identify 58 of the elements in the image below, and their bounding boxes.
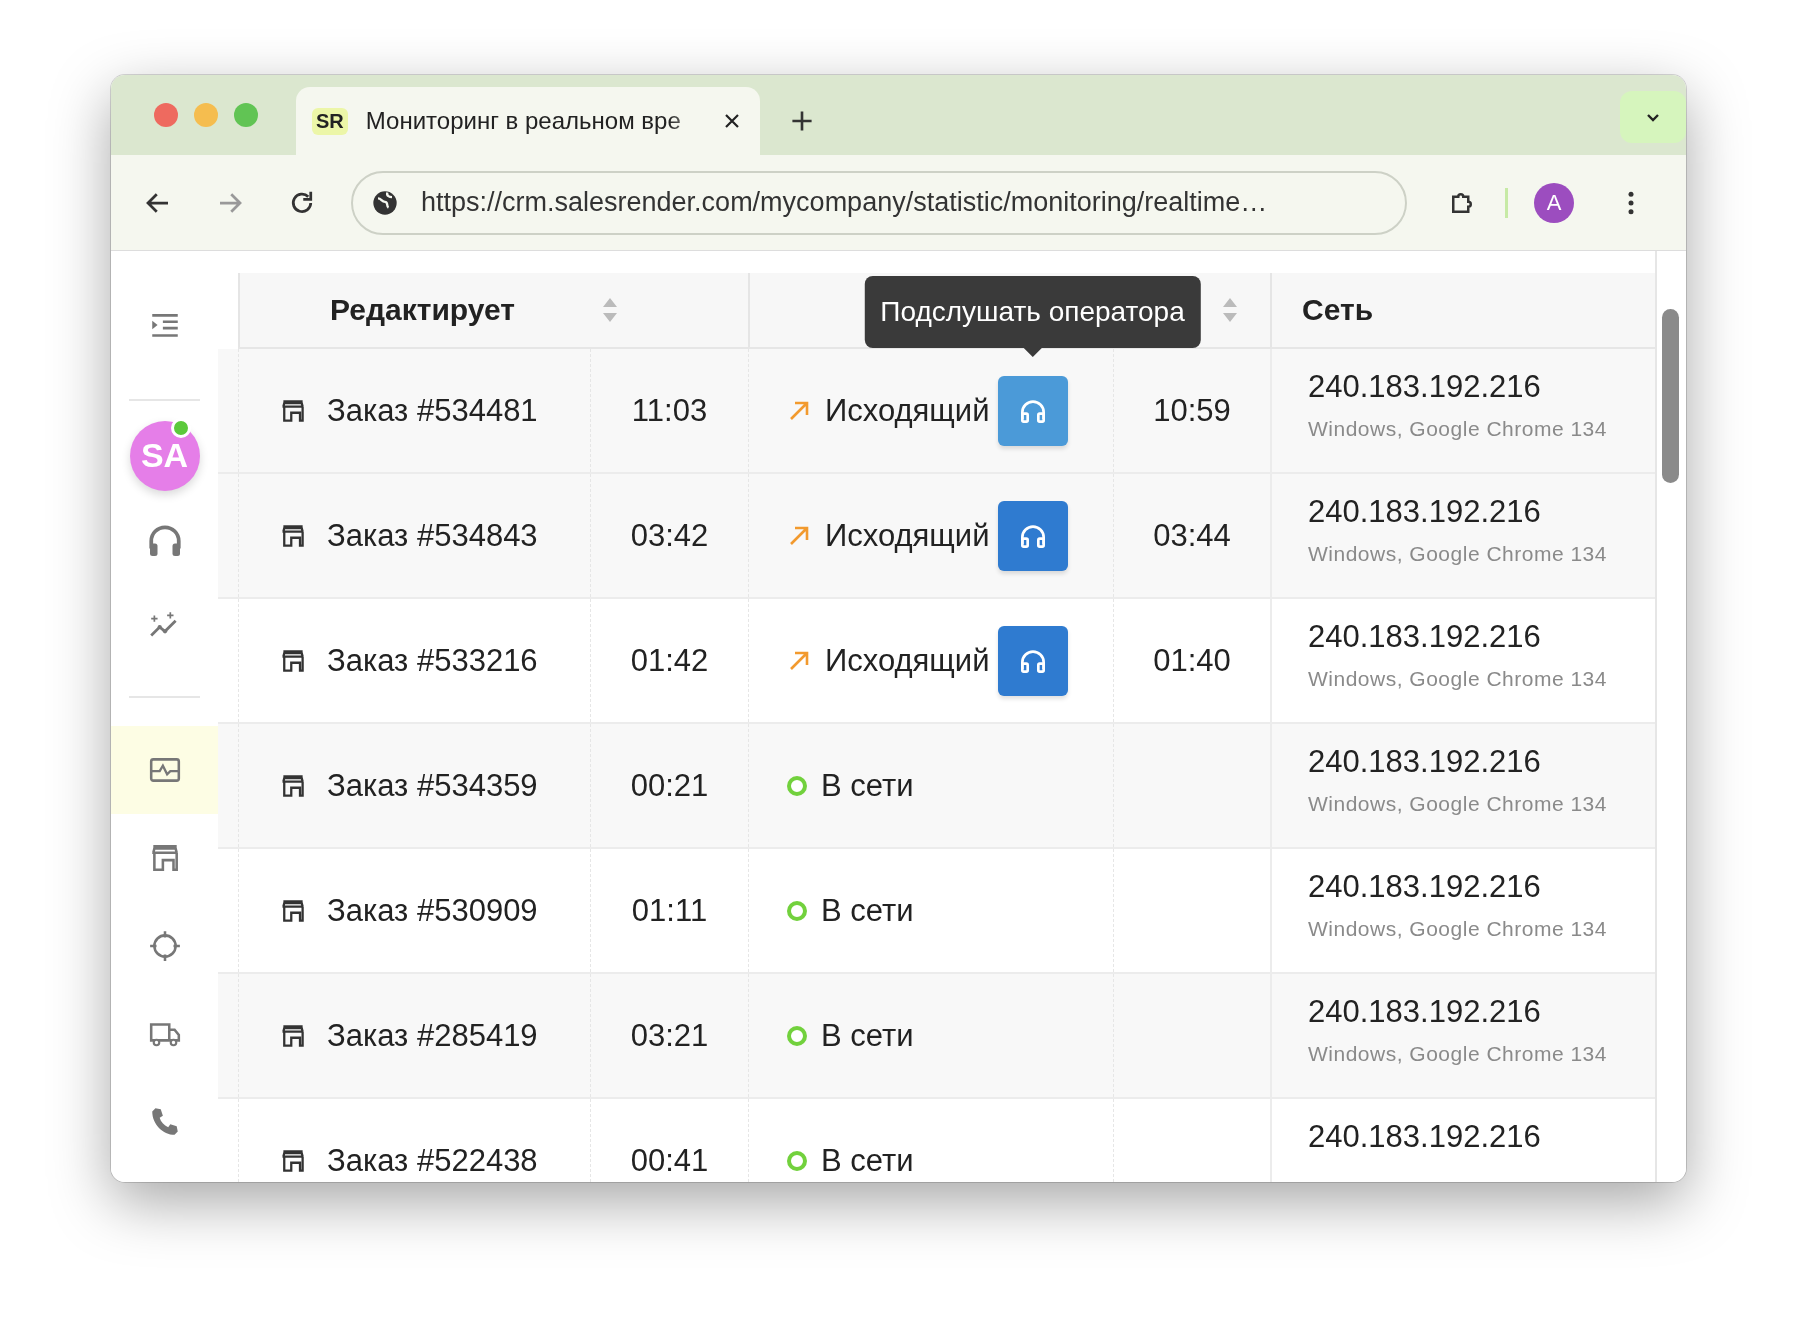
duration-text: 00:41 xyxy=(630,1142,709,1179)
close-window-button[interactable] xyxy=(154,103,178,127)
listen-button[interactable] xyxy=(997,375,1068,446)
ip-address: 240.183.192.216 xyxy=(1308,619,1541,655)
order-link[interactable]: Заказ #534843 xyxy=(327,517,538,554)
browser-tab[interactable]: SR Мониторинг в реальном вре xyxy=(296,87,760,155)
order-link[interactable]: Заказ #533216 xyxy=(327,642,538,679)
call-duration: 03:44 xyxy=(1153,517,1231,554)
online-status-dot xyxy=(787,900,807,921)
tooltip: Подслушать оператора xyxy=(864,275,1201,357)
duration-text: 11:03 xyxy=(631,392,708,429)
ip-address: 240.183.192.216 xyxy=(1308,994,1541,1030)
crosshair-icon[interactable] xyxy=(147,929,182,963)
client-info: Windows, Google Chrome 134 xyxy=(1308,1042,1607,1066)
url-text: https://crm.salesrender.com/mycompany/statistic/monitoring/realtime… xyxy=(421,187,1268,218)
online-status-dot xyxy=(787,1150,807,1171)
client-info: Windows, Google Chrome 134 xyxy=(1308,792,1607,816)
client-info: Windows, Google Chrome 134 xyxy=(1308,542,1607,566)
online-status-dot xyxy=(787,775,807,796)
ip-address: 240.183.192.216 xyxy=(1308,369,1541,405)
online-status: В сети xyxy=(821,767,914,804)
client-info: Windows, Google Chrome 134 xyxy=(1308,667,1607,691)
ip-address: 240.183.192.216 xyxy=(1308,744,1541,780)
listen-button[interactable] xyxy=(997,625,1068,696)
listen-button[interactable] xyxy=(997,500,1068,571)
client-info: Windows, Google Chrome 134 xyxy=(1308,917,1607,941)
tab-title: Мониторинг в реальном вре xyxy=(365,107,682,135)
call-direction: Исходящий xyxy=(825,517,990,554)
favicon: SR xyxy=(312,107,348,135)
order-link[interactable]: Заказ #530909 xyxy=(327,892,538,929)
column-header[interactable]: Сеть xyxy=(1302,293,1374,327)
ip-address: 240.183.192.216 xyxy=(1308,1119,1541,1155)
online-status: В сети xyxy=(821,1142,914,1179)
ip-address: 240.183.192.216 xyxy=(1308,869,1541,905)
duration-text: 03:21 xyxy=(630,1017,709,1054)
order-link[interactable]: Заказ #534481 xyxy=(327,392,538,429)
new-tab-icon[interactable] xyxy=(790,109,814,133)
online-status-dot xyxy=(787,1025,807,1046)
scrollbar-thumb[interactable] xyxy=(1662,309,1679,483)
order-link[interactable]: Заказ #522438 xyxy=(327,1142,538,1179)
address-bar[interactable]: https://crm.salesrender.com/mycompany/statistic/monitoring/realtime… xyxy=(351,170,1407,235)
call-duration: 01:40 xyxy=(1153,642,1231,679)
globe-icon xyxy=(371,188,399,217)
online-status: В сети xyxy=(821,892,914,929)
call-duration: 10:59 xyxy=(1153,392,1231,429)
call-direction: Исходящий xyxy=(825,642,990,679)
ip-address: 240.183.192.216 xyxy=(1308,494,1541,530)
duration-text: 01:42 xyxy=(630,642,709,679)
duration-text: 00:21 xyxy=(630,767,709,804)
profile-avatar[interactable]: A xyxy=(1534,182,1574,223)
online-status: В сети xyxy=(821,1017,914,1054)
order-link[interactable]: Заказ #534359 xyxy=(327,767,538,804)
client-info: Windows, Google Chrome 134 xyxy=(1308,417,1607,441)
order-link[interactable]: Заказ #285419 xyxy=(327,1017,538,1054)
duration-text: 01:11 xyxy=(631,892,708,929)
column-header[interactable]: Редактирует xyxy=(330,293,516,327)
call-direction: Исходящий xyxy=(825,392,990,429)
duration-text: 03:42 xyxy=(630,517,709,554)
